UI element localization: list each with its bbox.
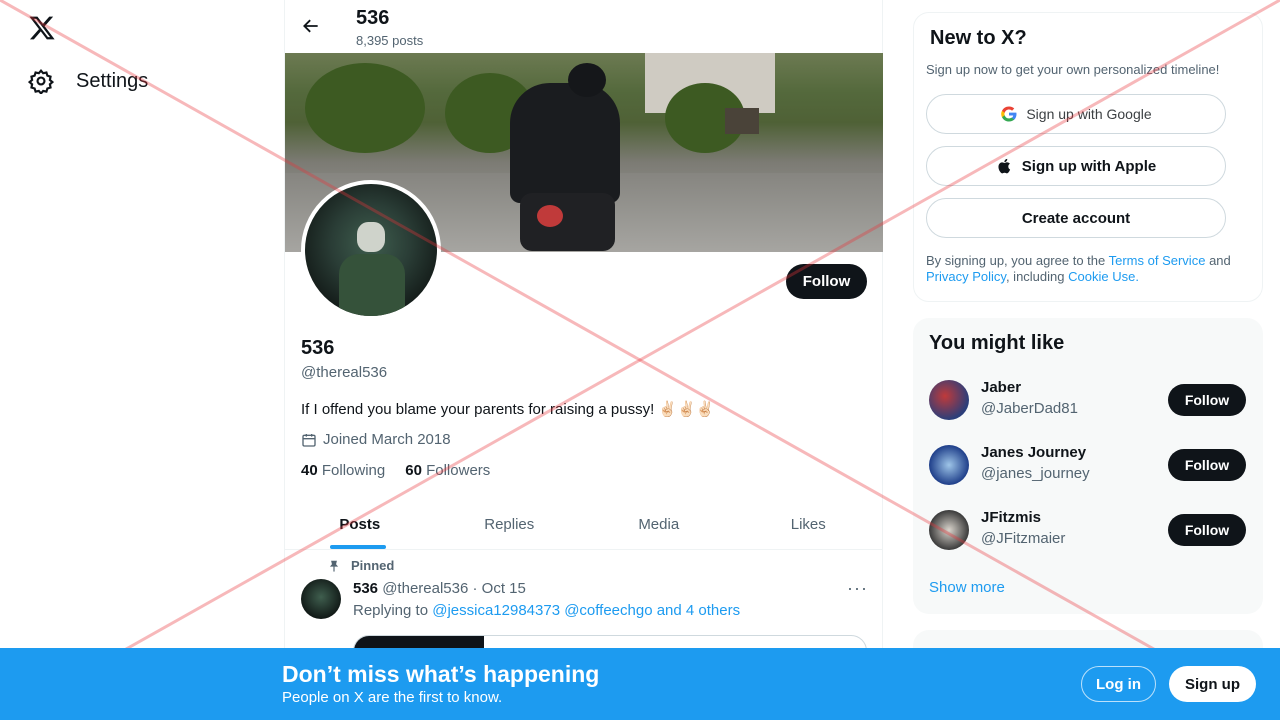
signup-title: New to X? xyxy=(930,27,1027,49)
tab-media[interactable]: Media xyxy=(584,500,734,549)
post-date[interactable]: · Oct 15 xyxy=(473,580,526,597)
bottom-headline: Don’t miss what’s happening xyxy=(282,661,600,687)
following-link[interactable]: 40 Following xyxy=(301,462,385,479)
header-posts-count: 8,395 posts xyxy=(356,33,424,48)
tab-posts[interactable]: Posts xyxy=(285,500,435,549)
following-label: Following xyxy=(321,462,386,479)
profile-tabs: Posts Replies Media Likes xyxy=(285,500,883,550)
settings-label: Settings xyxy=(76,69,149,92)
create-account-button[interactable]: Create account xyxy=(926,198,1226,238)
pin-icon xyxy=(329,560,339,572)
show-more-link[interactable]: Show more xyxy=(929,579,1005,596)
suggestion-handle: @JFitzmaier xyxy=(981,530,1066,547)
joined-text: Joined March 2018 xyxy=(323,431,451,448)
bottom-subline: People on X are the first to know. xyxy=(282,689,503,706)
joined-date: Joined March 2018 xyxy=(301,431,451,448)
list-item[interactable]: JFitzmis @JFitzmaier Follow xyxy=(929,505,1247,555)
tab-likes[interactable]: Likes xyxy=(734,500,884,549)
privacy-link[interactable]: Privacy Policy xyxy=(926,269,1006,284)
google-signup-button[interactable]: Sign up with Google xyxy=(926,94,1226,134)
profile-name: 536 xyxy=(301,337,335,359)
followers-count: 60 xyxy=(405,462,422,479)
suggestion-handle: @janes_journey xyxy=(981,465,1090,482)
suggestions-title: You might like xyxy=(929,332,1065,354)
signup-button[interactable]: Sign up xyxy=(1169,666,1256,702)
pinned-label: Pinned xyxy=(351,558,395,573)
suggestion-name[interactable]: Jaber xyxy=(981,379,1021,396)
signup-subtitle: Sign up now to get your own personalized… xyxy=(926,62,1220,77)
x-logo-icon[interactable] xyxy=(28,14,56,42)
followers-link[interactable]: 60 Followers xyxy=(405,462,490,479)
terms-link[interactable]: Terms of Service xyxy=(1109,253,1206,268)
post-author[interactable]: 536 xyxy=(353,580,378,597)
google-signup-label: Sign up with Google xyxy=(1026,106,1152,122)
avatar[interactable] xyxy=(929,510,969,550)
header-title: 536 xyxy=(356,7,390,29)
following-count: 40 xyxy=(301,462,318,479)
post-handle[interactable]: @thereal536 xyxy=(382,580,468,597)
who-to-follow-box: You might like Jaber @JaberDad81 Follow … xyxy=(913,318,1263,614)
suggestion-handle: @JaberDad81 xyxy=(981,400,1078,417)
tab-replies[interactable]: Replies xyxy=(435,500,585,549)
calendar-icon xyxy=(302,433,316,447)
terms-and: and xyxy=(1209,253,1231,268)
pinned-indicator: Pinned xyxy=(327,558,394,573)
list-item[interactable]: Jaber @JaberDad81 Follow xyxy=(929,375,1247,425)
google-icon xyxy=(1001,106,1017,122)
terms-including: , including xyxy=(1005,269,1065,284)
profile-avatar[interactable] xyxy=(301,180,441,320)
profile-bio: If I offend you blame your parents for r… xyxy=(301,401,715,418)
settings-link[interactable]: Settings xyxy=(28,68,148,94)
left-nav: Settings xyxy=(0,0,284,720)
replying-to: Replying to @jessica12984373 @coffeechgo… xyxy=(353,602,740,619)
post-avatar[interactable] xyxy=(301,579,341,619)
follow-button[interactable]: Follow xyxy=(1168,514,1246,546)
profile-header-bar: 536 8,395 posts xyxy=(285,0,883,53)
followers-label: Followers xyxy=(426,462,491,479)
cookie-link[interactable]: Cookie Use. xyxy=(1068,269,1139,284)
replying-to-users[interactable]: @jessica12984373 @coffeechgo and 4 other… xyxy=(432,602,740,619)
signup-box: New to X? Sign up now to get your own pe… xyxy=(913,12,1263,302)
profile-handle: @thereal536 xyxy=(301,364,388,381)
follow-stats: 40 Following 60 Followers xyxy=(301,462,490,479)
apple-icon xyxy=(998,158,1010,174)
login-button[interactable]: Log in xyxy=(1081,666,1156,702)
replying-prefix: Replying to xyxy=(353,602,429,619)
suggestion-name[interactable]: Janes Journey xyxy=(981,444,1086,461)
follow-button[interactable]: Follow xyxy=(1168,384,1246,416)
apple-signup-button[interactable]: Sign up with Apple xyxy=(926,146,1226,186)
gear-icon xyxy=(28,69,54,94)
more-options-icon[interactable]: ··· xyxy=(847,578,868,599)
avatar[interactable] xyxy=(929,445,969,485)
follow-button[interactable]: Follow xyxy=(786,264,867,299)
post-header: 536 @thereal536 · Oct 15 xyxy=(353,580,526,597)
suggestion-name[interactable]: JFitzmis xyxy=(981,509,1041,526)
login-prompt-bar: Don’t miss what’s happening People on X … xyxy=(0,648,1280,720)
back-arrow-icon[interactable] xyxy=(301,16,321,36)
profile-column: 536 8,395 posts Follow 536 @thereal536 I… xyxy=(284,0,883,720)
terms-prefix: By signing up, you agree to the xyxy=(926,253,1106,268)
apple-signup-label: Sign up with Apple xyxy=(1021,157,1157,175)
avatar[interactable] xyxy=(929,380,969,420)
list-item[interactable]: Janes Journey @janes_journey Follow xyxy=(929,440,1247,490)
terms-text: By signing up, you agree to the Terms of… xyxy=(926,253,1251,285)
follow-button[interactable]: Follow xyxy=(1168,449,1246,481)
